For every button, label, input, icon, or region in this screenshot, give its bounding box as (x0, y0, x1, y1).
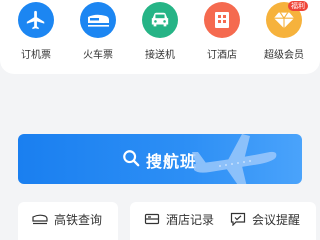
quick-link-label: 酒店记录 (166, 213, 215, 227)
welfare-badge: 福利 (288, 1, 308, 11)
service-pickup[interactable]: 接送机 (130, 2, 190, 66)
quick-link-label: 会议提醒 (252, 213, 301, 227)
search-icon (122, 149, 140, 171)
airplane-icon (18, 2, 54, 38)
quick-link-meeting-reminder[interactable]: 会议提醒 (216, 202, 316, 240)
service-vip[interactable]: 福利 超级会员 (254, 1, 314, 66)
quick-link-hotel-records[interactable]: 酒店记录 (130, 202, 230, 240)
service-label: 火车票 (83, 50, 113, 61)
hotel-icon (204, 2, 240, 38)
train-icon (80, 2, 116, 38)
train-outline-icon (32, 211, 48, 230)
quick-link-label: 高铁查询 (54, 213, 103, 227)
service-train[interactable]: 火车票 (68, 2, 128, 66)
service-label: 超级会员 (264, 50, 304, 61)
service-flight[interactable]: 订机票 (6, 2, 66, 66)
chat-check-icon (230, 211, 246, 230)
services-card: 订机票 火车票 接送机 订酒店 福利 超级会员 (0, 0, 320, 74)
airplane-decoration-icon (190, 134, 280, 184)
search-flight-button[interactable]: 搜航班 (18, 134, 302, 184)
diamond-icon: 福利 (266, 1, 308, 38)
bed-icon (144, 211, 160, 230)
service-hotel[interactable]: 订酒店 (192, 2, 252, 66)
service-label: 订酒店 (207, 50, 237, 61)
quick-link-train-query[interactable]: 高铁查询 (18, 202, 118, 240)
car-icon (142, 2, 178, 38)
service-label: 订机票 (21, 50, 51, 61)
service-label: 接送机 (145, 50, 175, 61)
